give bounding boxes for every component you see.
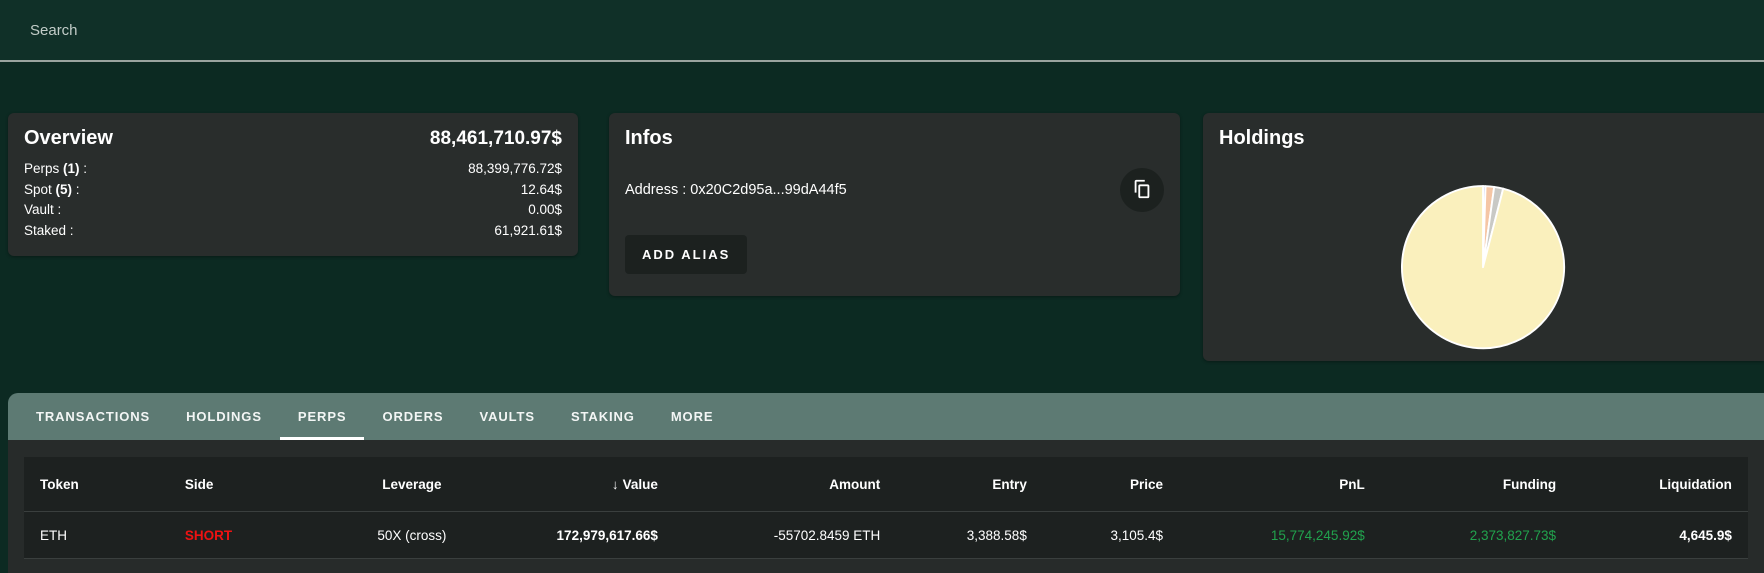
tab-orders[interactable]: ORDERS [364,393,461,440]
overview-row-label: Spot (5) : [24,180,80,201]
cell-funding: 2,373,827.73$ [1381,528,1572,543]
overview-row-label: Perps (1) : [24,159,87,180]
overview-row-label: Vault : [24,200,61,221]
infos-title: Infos [625,127,1164,150]
overview-row-vault: Vault : 0.00$ [24,200,562,221]
column-header-pnl[interactable]: PnL [1179,477,1381,492]
cell-leverage: 50X (cross) [327,528,496,543]
overview-row-value: 61,921.61$ [494,221,562,242]
summary-cards-row: Overview 88,461,710.97$ Perps (1) : 88,3… [0,113,1764,361]
overview-card: Overview 88,461,710.97$ Perps (1) : 88,3… [8,113,578,256]
overview-row-spot: Spot (5) : 12.64$ [24,180,562,201]
table-row[interactable]: ETH SHORT 50X (cross) 172,979,617.66$ -5… [24,512,1748,559]
search-bar [0,0,1764,62]
cell-side: SHORT [169,528,328,543]
overview-row-staked: Staked : 61,921.61$ [24,221,562,242]
tab-staking[interactable]: STAKING [553,393,653,440]
tab-vaults[interactable]: VAULTS [462,393,553,440]
overview-row-value: 12.64$ [521,180,562,201]
overview-row-value: 88,399,776.72$ [468,159,562,180]
cell-entry: 3,388.58$ [896,528,1043,543]
sort-descending-icon: ↓ [612,477,619,492]
holdings-pie-chart [1219,150,1748,358]
tab-perps[interactable]: PERPS [280,393,365,440]
column-header-value[interactable]: ↓Value [496,477,674,492]
column-header-price[interactable]: Price [1043,477,1179,492]
column-header-amount[interactable]: Amount [674,477,896,492]
overview-row-value: 0.00$ [528,200,562,221]
cell-value: 172,979,617.66$ [496,528,674,543]
cell-price: 3,105.4$ [1043,528,1179,543]
tab-holdings[interactable]: HOLDINGS [168,393,280,440]
overview-title: Overview [24,127,113,150]
infos-card: Infos Address : 0x20C2d95a...99dA44f5 AD… [609,113,1180,296]
column-header-liquidation[interactable]: Liquidation [1572,477,1748,492]
add-alias-button[interactable]: ADD ALIAS [625,235,747,274]
holdings-title: Holdings [1219,127,1748,150]
copy-address-button[interactable] [1120,168,1164,212]
column-header-token[interactable]: Token [24,477,169,492]
pie-chart-svg [1219,150,1748,358]
column-header-leverage[interactable]: Leverage [327,477,496,492]
overview-row-perps: Perps (1) : 88,399,776.72$ [24,159,562,180]
column-header-funding[interactable]: Funding [1381,477,1572,492]
cell-token: ETH [24,528,169,543]
tab-more[interactable]: MORE [653,393,732,440]
copy-icon [1131,178,1153,203]
tab-content-panel: Token Side Leverage ↓Value Amount Entry … [8,440,1764,573]
cell-pnl: 15,774,245.92$ [1179,528,1381,543]
perps-positions-table: Token Side Leverage ↓Value Amount Entry … [24,457,1748,559]
column-header-side[interactable]: Side [169,477,328,492]
cell-amount: -55702.8459 ETH [674,528,896,543]
overview-total-value: 88,461,710.97$ [430,128,562,150]
wallet-address: Address : 0x20C2d95a...99dA44f5 [625,182,847,198]
column-header-entry[interactable]: Entry [896,477,1043,492]
search-input[interactable] [30,22,1734,39]
table-header-row: Token Side Leverage ↓Value Amount Entry … [24,457,1748,512]
holdings-card: Holdings [1203,113,1764,361]
overview-row-label: Staked : [24,221,74,242]
tab-transactions[interactable]: TRANSACTIONS [18,393,168,440]
tab-bar: TRANSACTIONS HOLDINGS PERPS ORDERS VAULT… [8,393,1764,440]
cell-liquidation: 4,645.9$ [1572,528,1748,543]
